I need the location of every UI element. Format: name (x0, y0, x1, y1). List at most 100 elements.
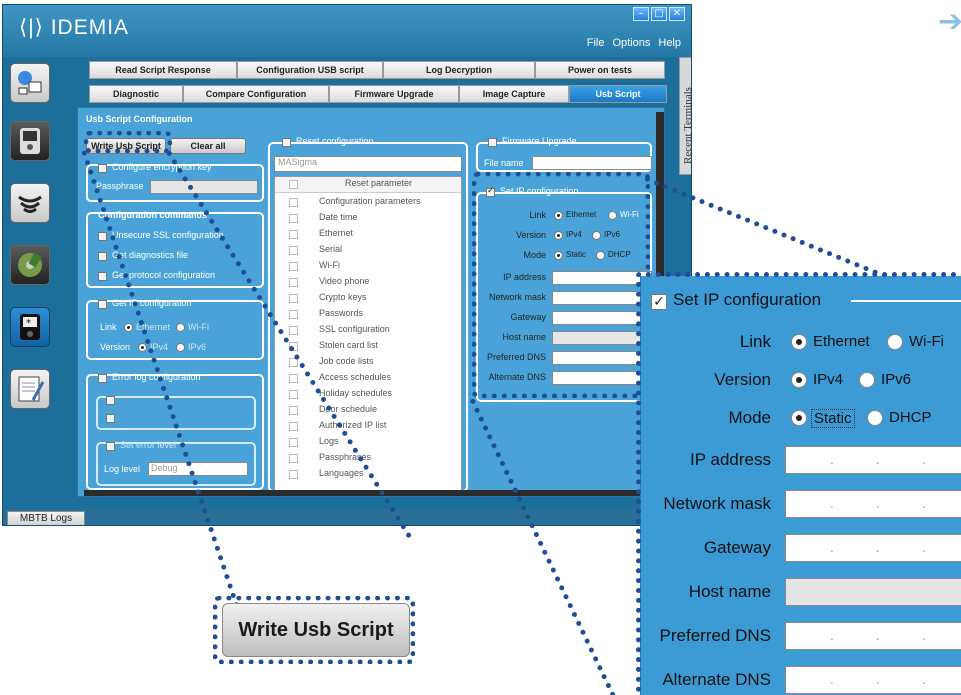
file-name-label: File name (484, 158, 524, 168)
reset-item-checkbox[interactable] (289, 422, 298, 431)
tab-image-capture[interactable]: Image Capture (459, 85, 569, 103)
list-item[interactable]: Crypto keys (275, 291, 461, 307)
reset-item-label: Holiday schedules (319, 388, 393, 398)
encryption-checkbox[interactable] (98, 164, 107, 173)
passphrase-field[interactable] (150, 180, 258, 194)
tab-power-on-tests[interactable]: Power on tests (535, 61, 665, 79)
recent-terminals-tab[interactable]: Recent Terminals (679, 57, 691, 175)
status-bar: MBTB Logs (3, 509, 691, 525)
file-name-field[interactable] (532, 156, 652, 170)
tab-firmware-upgrade[interactable]: Firmware Upgrade (329, 85, 459, 103)
error-log-checkbox[interactable] (98, 374, 107, 383)
reset-item-checkbox[interactable] (289, 438, 298, 447)
diagnostics-checkbox[interactable] (98, 252, 107, 261)
reset-item-checkbox[interactable] (289, 326, 298, 335)
reset-item-checkbox[interactable] (289, 230, 298, 239)
firmware-label: Firmware Upgrade (502, 136, 577, 146)
notepad-icon[interactable] (10, 369, 50, 409)
reset-item-checkbox[interactable] (289, 406, 298, 415)
reset-item-label: Serial (319, 244, 343, 254)
get-ip-ethernet-radio[interactable] (124, 323, 133, 332)
minimize-button[interactable]: – (633, 7, 649, 21)
terminal-settings-icon[interactable] (10, 121, 50, 161)
clear-all-button[interactable]: Clear all (170, 138, 246, 154)
error-log-inner-checkbox-2[interactable] (106, 414, 115, 423)
set-error-level-label: Set error level (120, 440, 177, 450)
set-ip-highlight (472, 172, 650, 398)
get-ip-label: Get IP configuration (112, 298, 192, 308)
tab-row-top: Read Script Response Configuration USB s… (89, 61, 665, 79)
reset-item-checkbox[interactable] (289, 198, 298, 207)
get-ip-ipv6-radio[interactable] (176, 343, 185, 352)
get-ip-wifi-radio[interactable] (176, 323, 185, 332)
maximize-button[interactable]: □ (651, 7, 667, 21)
user-gear-icon[interactable] (10, 63, 50, 103)
reset-item-checkbox[interactable] (289, 470, 298, 479)
disk-icon[interactable] (10, 245, 50, 285)
get-ip-ipv6-label: IPv6 (188, 342, 207, 352)
list-item[interactable]: Door schedule (275, 403, 461, 419)
list-item[interactable]: Date time (275, 211, 461, 227)
close-button[interactable]: ✕ (669, 7, 685, 21)
reset-item-label: Wi-Fi (319, 260, 340, 270)
list-item[interactable]: Authorized IP list (275, 419, 461, 435)
idemia-logo: ⟨|⟩ IDEMIA (19, 16, 130, 39)
list-item[interactable]: Holiday schedules (275, 387, 461, 403)
list-item[interactable]: Stolen card list (275, 339, 461, 355)
list-item[interactable]: Passwords (275, 307, 461, 323)
reset-dropdown[interactable]: MASigma (274, 156, 462, 172)
get-ip-link-label: Link (100, 322, 117, 332)
horizontal-scrollbar[interactable] (84, 490, 654, 496)
reset-item-label: Stolen card list (319, 340, 379, 350)
reset-item-checkbox[interactable] (289, 454, 298, 463)
list-item[interactable]: Ethernet (275, 227, 461, 243)
menu-help[interactable]: Help (658, 37, 681, 49)
reset-item-label: Languages (319, 468, 364, 478)
tab-log-decryption[interactable]: Log Decryption (383, 61, 535, 79)
list-item[interactable]: Wi-Fi (275, 259, 461, 275)
tab-compare-configuration[interactable]: Compare Configuration (183, 85, 329, 103)
mbtb-logs-tab[interactable]: MBTB Logs (7, 511, 85, 525)
reset-item-label: Authorized IP list (319, 420, 387, 430)
get-ip-checkbox[interactable] (98, 300, 107, 309)
list-item[interactable]: Serial (275, 243, 461, 259)
tab-configuration-usb-script[interactable]: Configuration USB script (237, 61, 383, 79)
reset-item-label: Crypto keys (319, 292, 367, 302)
error-log-inner-checkbox-1[interactable] (106, 396, 115, 405)
menu-file[interactable]: File (587, 37, 605, 49)
contactless-icon[interactable] (10, 183, 50, 223)
list-item[interactable]: Video phone (275, 275, 461, 291)
set-error-level-checkbox[interactable] (106, 442, 115, 451)
firmware-checkbox[interactable] (488, 138, 497, 147)
keypad-terminal-icon[interactable]: * (10, 307, 50, 347)
list-item[interactable]: Access schedules (275, 371, 461, 387)
panel-title: Usb Script Configuration (86, 114, 193, 124)
reset-item-checkbox[interactable] (289, 278, 298, 287)
menu-options[interactable]: Options (612, 37, 650, 49)
unsecure-ssl-checkbox[interactable] (98, 232, 107, 241)
zoom-ip-frame (636, 272, 961, 695)
zoomed-write-usb-script-button[interactable]: Write Usb Script (222, 603, 410, 657)
tab-read-script-response[interactable]: Read Script Response (89, 61, 237, 79)
passphrase-label: Passphrase (96, 181, 144, 191)
list-item[interactable]: Configuration parameters (275, 195, 461, 211)
protocol-config-checkbox[interactable] (98, 272, 107, 281)
list-item[interactable]: Logs (275, 435, 461, 451)
get-ip-wifi-label: Wi-Fi (188, 322, 209, 332)
reset-header-checkbox[interactable] (289, 180, 298, 189)
reset-config-checkbox[interactable] (282, 138, 291, 147)
reset-item-checkbox[interactable] (289, 214, 298, 223)
list-item[interactable]: SSL configuration (275, 323, 461, 339)
log-level-dropdown[interactable]: Debug (148, 462, 248, 476)
tab-diagnostic[interactable]: Diagnostic (89, 85, 183, 103)
reset-item-checkbox[interactable] (289, 246, 298, 255)
tab-usb-script[interactable]: Usb Script (569, 85, 667, 103)
reset-item-checkbox[interactable] (289, 374, 298, 383)
title-bar: ⟨|⟩ IDEMIA – □ ✕ File Options Help (3, 5, 691, 57)
reset-item-checkbox[interactable] (289, 390, 298, 399)
reset-item-checkbox[interactable] (289, 310, 298, 319)
reset-item-checkbox[interactable] (289, 262, 298, 271)
list-item[interactable]: Passphrases (275, 451, 461, 467)
reset-item-checkbox[interactable] (289, 294, 298, 303)
left-nav: * (7, 59, 73, 459)
